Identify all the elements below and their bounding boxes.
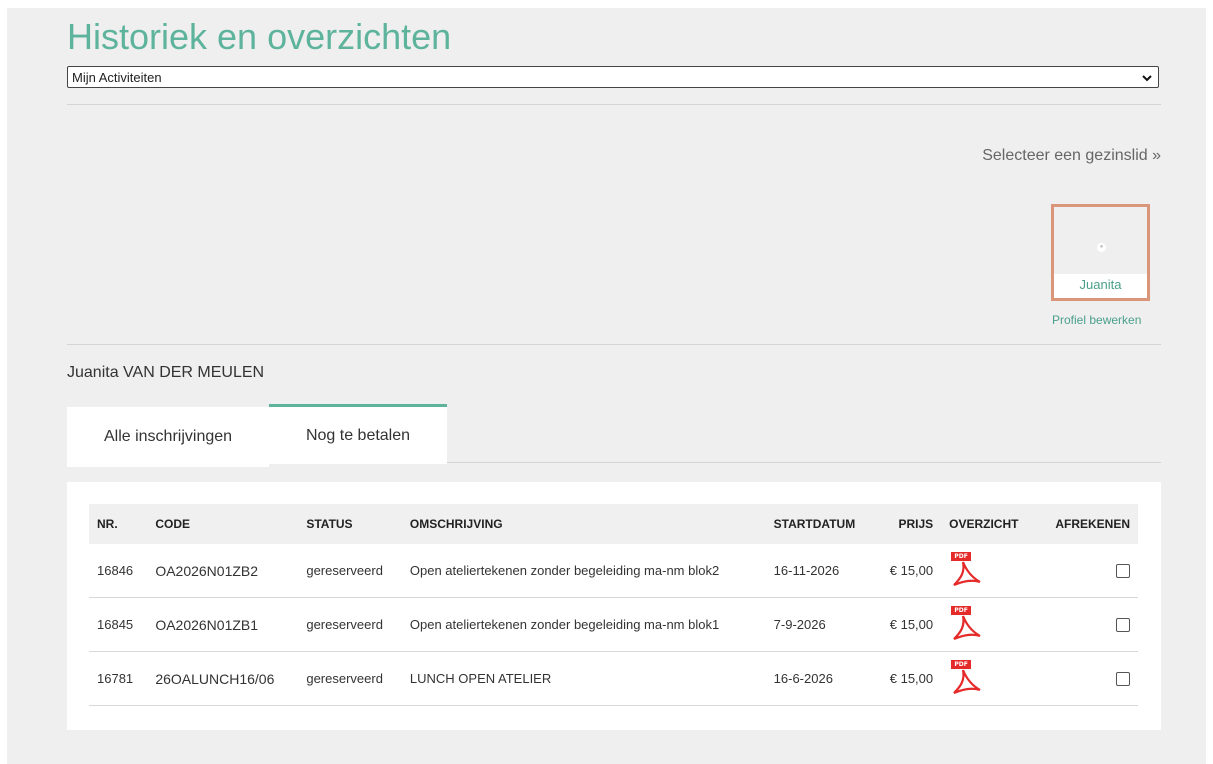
- cell-nr: 16781: [89, 651, 148, 706]
- header-afrekenen: AFREKENEN: [1055, 517, 1130, 531]
- cell-afrekenen: [1036, 651, 1138, 706]
- tabs-underline: [447, 462, 1161, 463]
- family-member-card[interactable]: ● Juanita: [1051, 204, 1150, 301]
- table-row: 16845 OA2026N01ZB1 gereserveerd Open ate…: [89, 597, 1138, 652]
- tab-nog-te-betalen[interactable]: Nog te betalen: [269, 404, 447, 464]
- divider: [67, 104, 1161, 105]
- cell-prijs: € 15,00: [874, 544, 942, 598]
- pdf-icon[interactable]: PDF: [949, 659, 983, 698]
- table-row: 16846 OA2026N01ZB2 gereserveerd Open ate…: [89, 544, 1138, 598]
- activities-select[interactable]: Mijn Activiteiten: [67, 66, 1159, 88]
- cell-code: 26OALUNCH16/06: [147, 651, 299, 706]
- cell-startdatum: 16-11-2026: [765, 544, 875, 598]
- select-value: Mijn Activiteiten: [72, 70, 162, 85]
- header-startdatum: STARTDATUM: [773, 517, 856, 531]
- cell-nr: 16845: [89, 597, 148, 652]
- edit-profile-link[interactable]: Profiel bewerken: [1052, 313, 1141, 327]
- pdf-icon[interactable]: PDF: [949, 605, 983, 644]
- avatar-icon: ●: [1097, 243, 1106, 252]
- table-header-row: NR. CODE STATUS OMSCHRIJVING STARTDATUM …: [89, 504, 1138, 544]
- registrations-table: NR. CODE STATUS OMSCHRIJVING STARTDATUM …: [89, 504, 1138, 706]
- header-overzicht: OVERZICHT: [949, 517, 1019, 531]
- cell-overzicht: PDF: [941, 651, 1037, 706]
- cell-afrekenen: [1036, 597, 1138, 652]
- cell-omschrijving: Open ateliertekenen zonder begeleiding m…: [401, 544, 766, 598]
- tab-alle-inschrijvingen[interactable]: Alle inschrijvingen: [67, 407, 269, 467]
- header-omschrijving: OMSCHRIJVING: [409, 517, 503, 531]
- pdf-icon[interactable]: PDF: [949, 551, 983, 590]
- family-member-name: Juanita: [1054, 274, 1147, 298]
- cell-overzicht: PDF: [941, 597, 1037, 652]
- header-nr: NR.: [97, 517, 118, 531]
- table-row: 16781 26OALUNCH16/06 gereserveerd LUNCH …: [89, 651, 1138, 706]
- cell-status: gereserveerd: [298, 597, 402, 652]
- header-code: CODE: [155, 517, 190, 531]
- page-background: Historiek en overzichten Mijn Activiteit…: [7, 8, 1206, 764]
- cell-code: OA2026N01ZB2: [147, 544, 299, 598]
- cell-omschrijving: Open ateliertekenen zonder begeleiding m…: [401, 597, 766, 652]
- header-status: STATUS: [306, 517, 353, 531]
- page-title: Historiek en overzichten: [67, 16, 452, 57]
- header-prijs: PRIJS: [898, 517, 934, 531]
- checkout-checkbox[interactable]: [1116, 618, 1130, 633]
- divider: [67, 344, 1161, 345]
- cell-status: gereserveerd: [298, 544, 402, 598]
- cell-prijs: € 15,00: [874, 597, 942, 652]
- checkout-checkbox[interactable]: [1116, 672, 1130, 687]
- member-full-name: Juanita VAN DER MEULEN: [67, 364, 265, 381]
- checkout-checkbox[interactable]: [1116, 564, 1130, 579]
- select-family-member-link[interactable]: Selecteer een gezinslid »: [982, 147, 1161, 165]
- cell-status: gereserveerd: [298, 651, 402, 706]
- chevron-down-icon: [1142, 67, 1152, 97]
- cell-code: OA2026N01ZB1: [147, 597, 299, 652]
- cell-startdatum: 16-6-2026: [765, 651, 875, 706]
- cell-prijs: € 15,00: [874, 651, 942, 706]
- cell-nr: 16846: [89, 544, 148, 598]
- registrations-panel: NR. CODE STATUS OMSCHRIJVING STARTDATUM …: [67, 482, 1161, 730]
- cell-omschrijving: LUNCH OPEN ATELIER: [401, 651, 766, 706]
- cell-afrekenen: [1036, 544, 1138, 598]
- cell-overzicht: PDF: [941, 544, 1037, 598]
- cell-startdatum: 7-9-2026: [765, 597, 875, 652]
